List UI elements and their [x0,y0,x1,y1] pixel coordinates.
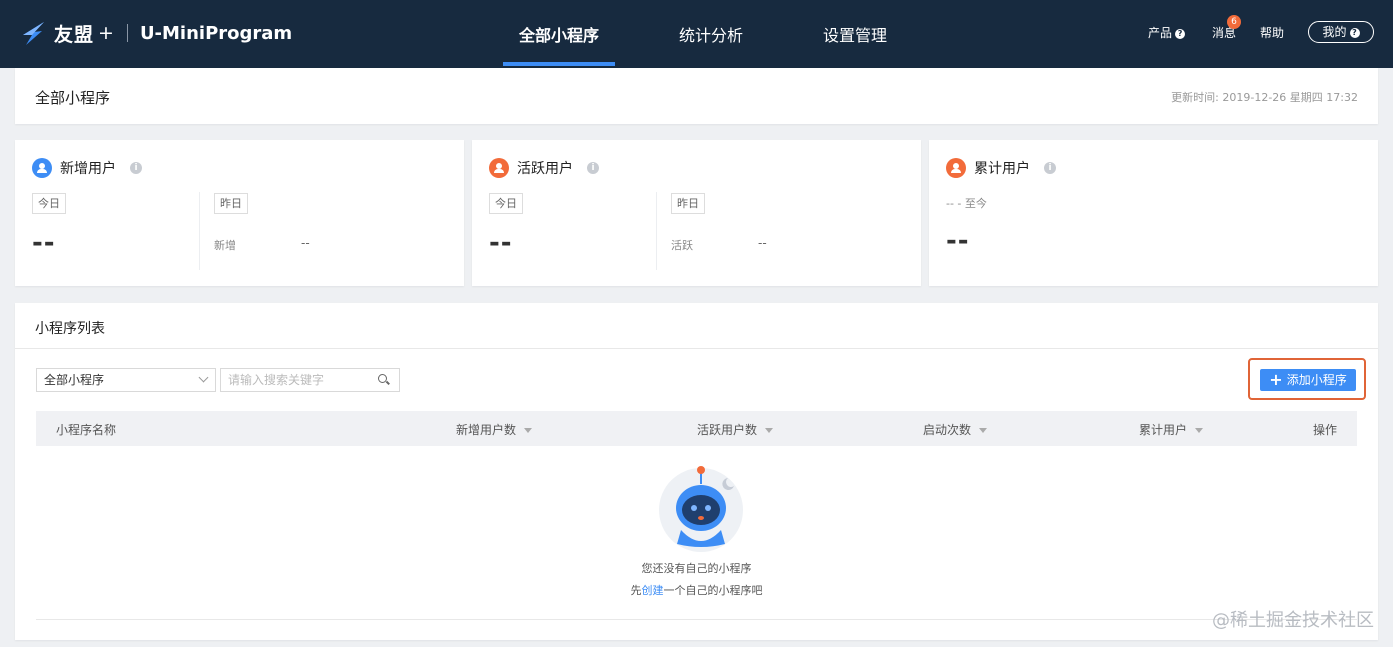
new-yesterday-value: -- [301,236,310,250]
divider [656,192,657,270]
total-users-icon [946,158,966,178]
brand-product: U-MiniProgram [139,22,293,44]
total-users-value: -- [946,226,970,256]
total-users-card: 累计用户 i -- - 至今 -- [929,140,1378,286]
info-icon[interactable]: i [587,162,599,174]
page-header-card: 全部小程序 更新时间: 2019-12-26 星期四 17:32 [15,68,1378,124]
active-user-icon [489,158,509,178]
nav-help[interactable]: 帮助 [1260,24,1284,41]
table-header: 小程序名称 新增用户数 活跃用户数 启动次数 累计用户 操作 [36,411,1357,446]
today-tag: 今日 [32,193,66,214]
empty-prefix: 先 [630,584,642,597]
info-icon[interactable]: i [1044,162,1056,174]
new-label: 新增 [214,239,236,252]
empty-hint: 先创建一个自己的小程序吧 [36,582,1357,598]
active-users-title: 活跃用户 [517,161,573,177]
page-title: 全部小程序 [35,89,111,107]
col-new-users[interactable]: 新增用户数 [456,421,533,438]
robot-mascot-icon [659,466,743,552]
search-box [220,368,400,392]
sort-icon [979,428,988,433]
col-active-users-label: 活跃用户数 [697,423,758,437]
nav-settings[interactable]: 设置管理 [823,22,887,46]
brand-divider [126,24,128,42]
new-user-icon [32,158,52,178]
miniprogram-list-card: 小程序列表 全部小程序 +添加小程序 小程序名称 新增用户数 活跃用户数 启动次… [15,303,1378,640]
brand-plus: + [98,22,115,44]
col-total-users-label: 累计用户 [1139,423,1188,437]
col-name: 小程序名称 [56,423,117,437]
mine-label: 我的 [1322,25,1347,39]
nav-product[interactable]: 产品? [1148,24,1186,41]
list-header: 小程序列表 [15,303,1378,349]
col-active-users[interactable]: 活跃用户数 [697,421,774,438]
active-yesterday-value: -- [758,236,767,250]
sort-icon [1195,428,1204,433]
total-users-title: 累计用户 [974,161,1030,177]
sort-icon [524,428,533,433]
active-users-card: 活跃用户 i 今日 -- 昨日 活跃 -- [472,140,921,286]
miniprogram-filter-select[interactable]: 全部小程序 [36,368,216,392]
brand-name: 友盟 [54,23,95,46]
umeng-logo-icon [23,22,44,45]
nav-statistics[interactable]: 统计分析 [679,22,743,46]
total-users-range: -- - 至今 [946,197,987,210]
add-button-highlight: + 添加小程序 [1248,358,1366,400]
info-icon[interactable]: i [130,162,142,174]
sort-icon [765,428,774,433]
col-new-users-label: 新增用户数 [456,423,517,437]
nav-all-miniprograms[interactable]: 全部小程序 [519,22,599,46]
nav-product-label: 产品 [1148,26,1173,40]
col-total-users[interactable]: 累计用户 [1139,421,1204,438]
yesterday-tag: 昨日 [214,193,248,214]
mine-button[interactable]: 我的? [1308,21,1374,43]
add-miniprogram-label: 添加小程序 [1286,373,1347,387]
mine-dropdown-icon: ? [1349,27,1360,38]
divider [199,192,200,270]
col-launches-label: 启动次数 [923,423,972,437]
active-users-today-value: -- [489,228,513,258]
empty-state: 您还没有自己的小程序 先创建一个自己的小程序吧 [36,446,1357,620]
product-dropdown-icon: ? [1175,28,1186,39]
yesterday-tag: 昨日 [671,193,705,214]
list-title: 小程序列表 [35,321,105,337]
watermark: @稀土掘金技术社区 [1212,610,1374,631]
plus-icon: + [1269,370,1283,389]
search-icon[interactable] [378,374,387,383]
brand[interactable]: 友盟 + U-MiniProgram [20,18,292,48]
active-label: 活跃 [671,239,693,252]
update-time: 更新时间: 2019-12-26 星期四 17:32 [1171,91,1358,104]
create-link[interactable]: 创建 [642,584,664,597]
nav-active-indicator [503,62,615,66]
today-tag: 今日 [489,193,523,214]
search-input[interactable] [228,369,368,391]
filter-selected-value: 全部小程序 [44,373,105,387]
empty-suffix: 一个自己的小程序吧 [663,584,763,597]
add-miniprogram-button[interactable]: + 添加小程序 [1260,369,1356,391]
new-users-today-value: -- [32,228,56,258]
new-users-title: 新增用户 [60,161,116,177]
new-users-card: 新增用户 i 今日 -- 昨日 新增 -- [15,140,464,286]
col-launches[interactable]: 启动次数 [923,421,988,438]
chevron-down-icon [198,372,209,383]
empty-message: 您还没有自己的小程序 [641,562,752,575]
top-nav-bar: 友盟 + U-MiniProgram 全部小程序 统计分析 设置管理 产品? 消… [0,0,1393,68]
col-actions: 操作 [1313,423,1338,437]
message-count-badge: 6 [1227,15,1241,29]
